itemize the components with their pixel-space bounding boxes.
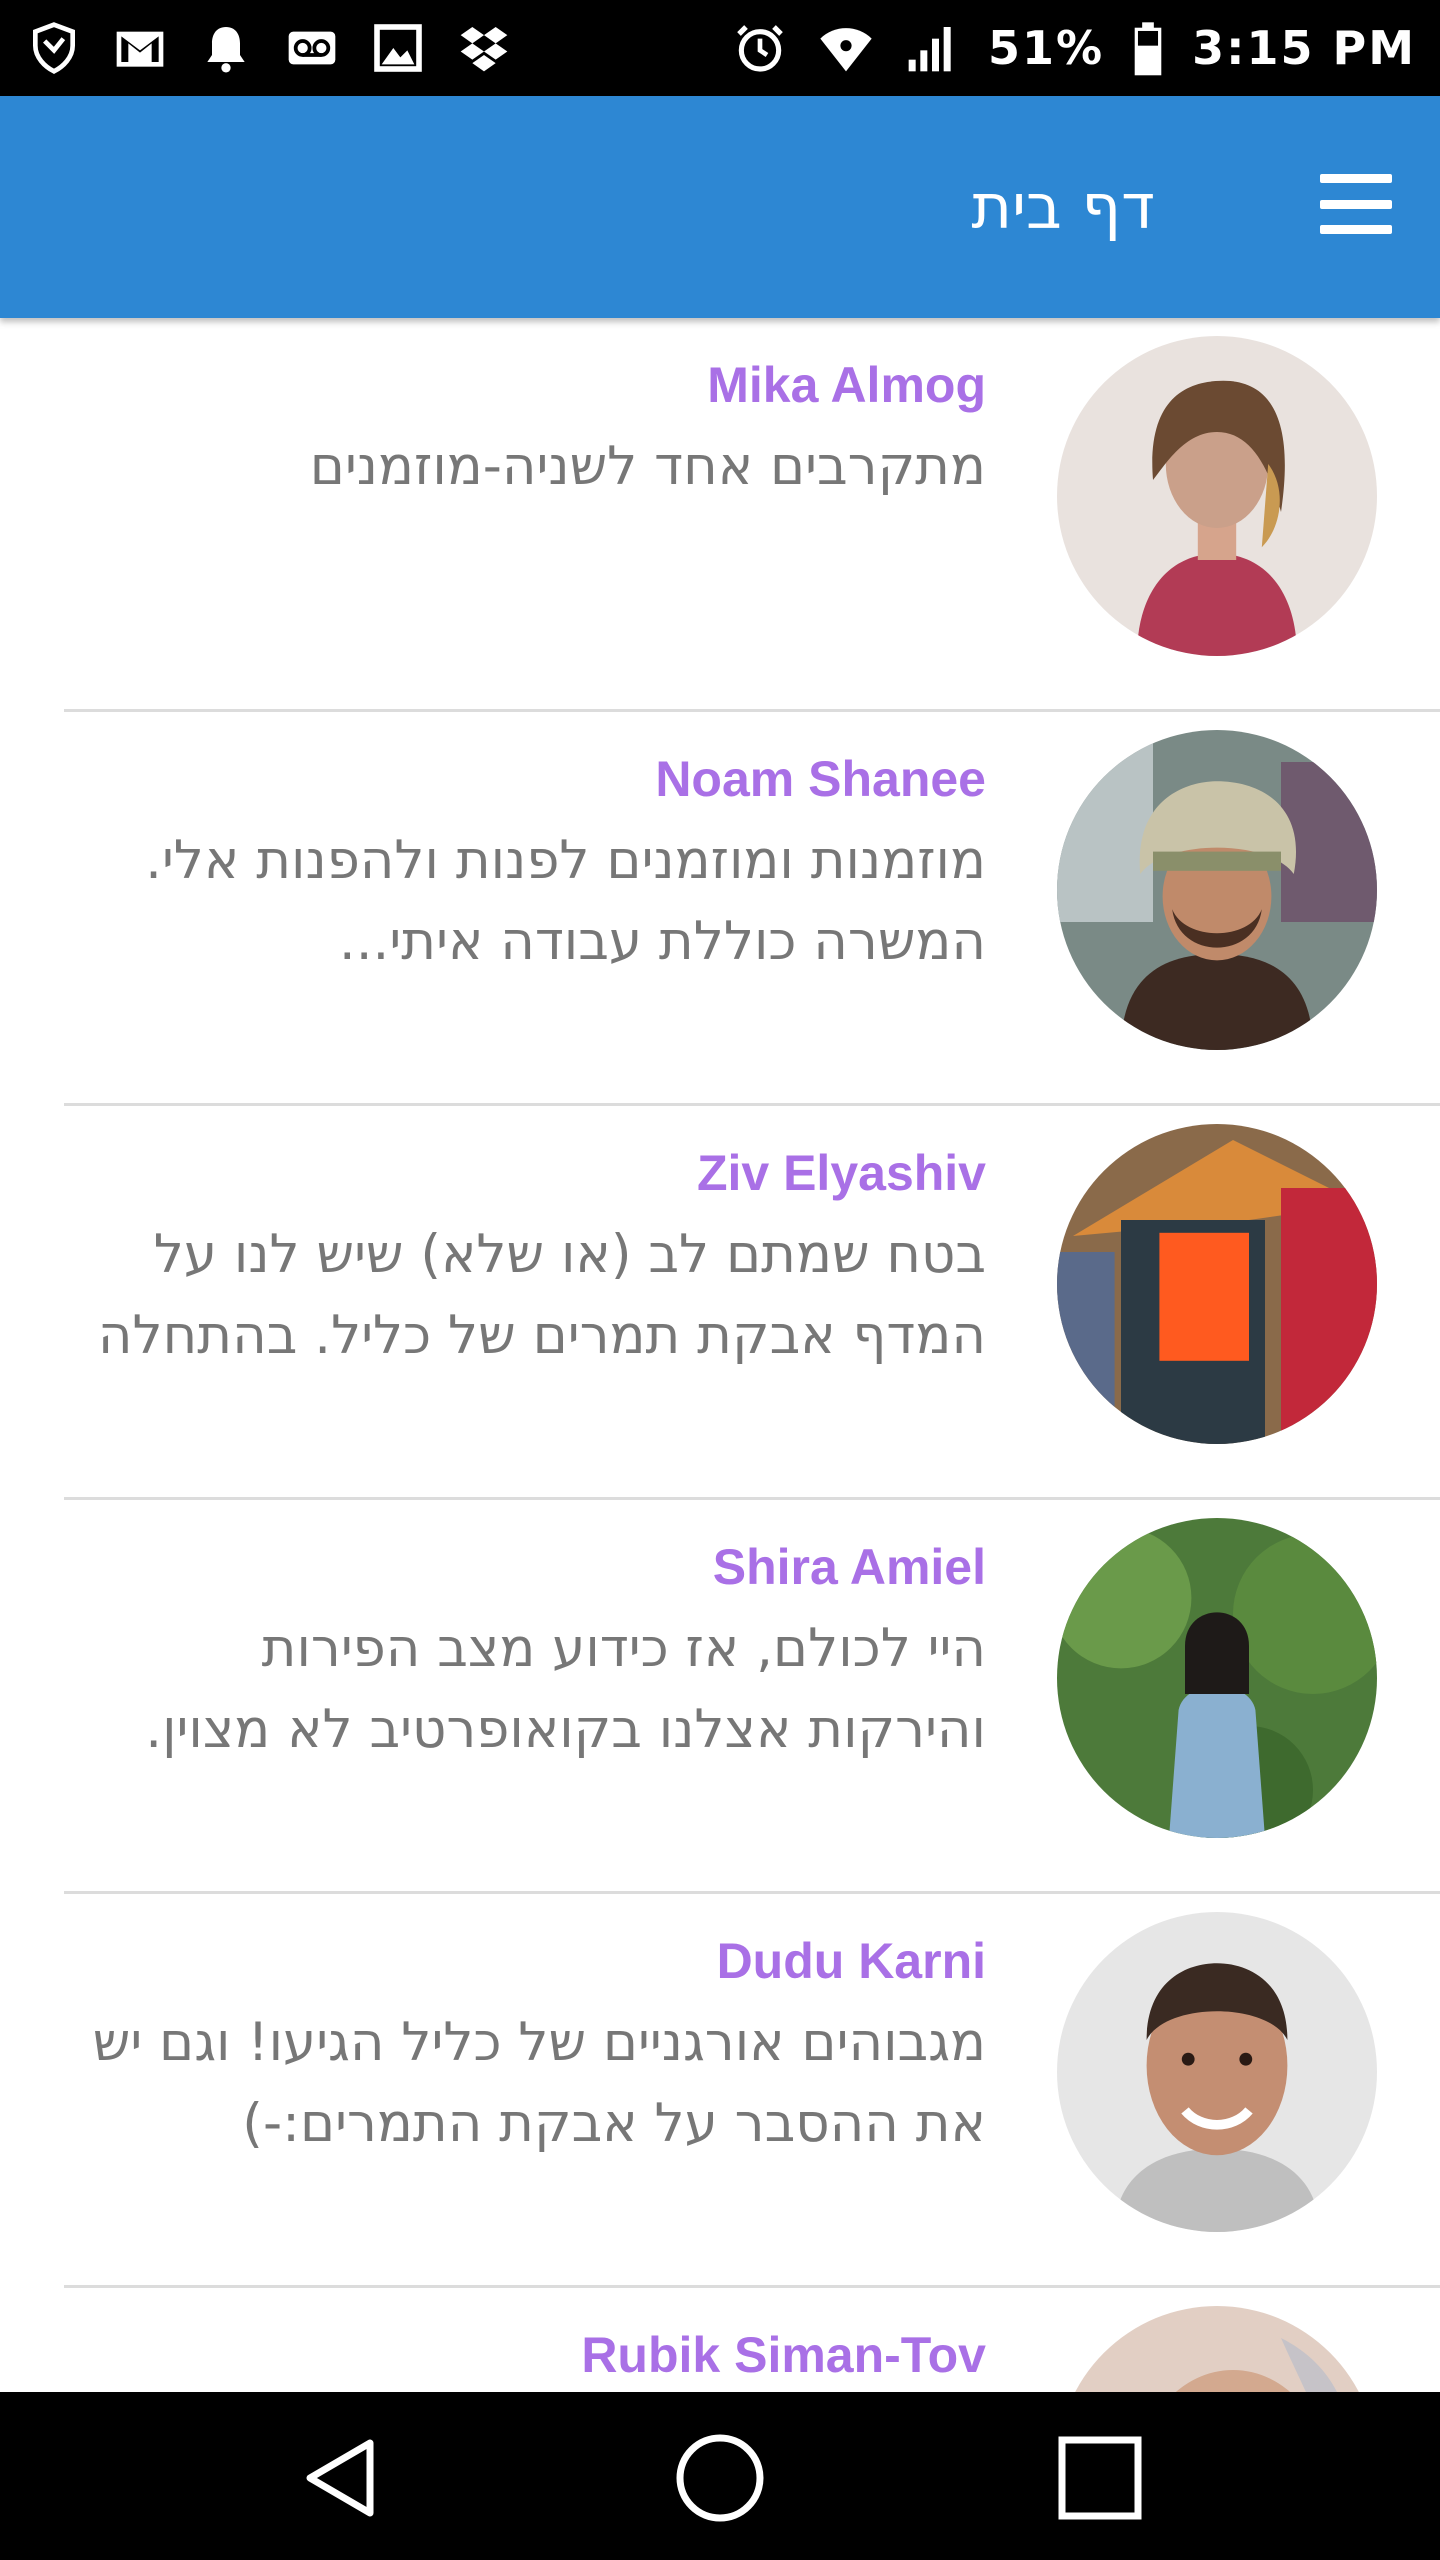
post-text: מגבוהים אורגניים של כליל הגיעו! וגם יש א… [92, 2012, 986, 2154]
post-item[interactable]: Noam Shanee מוזמנות ומוזמנים לפנות ולהפנ… [64, 712, 1440, 1106]
hamburger-menu-icon[interactable] [1320, 174, 1392, 234]
post-author: Shira Amiel [712, 1539, 986, 1595]
avatar-rubik-siman-tov[interactable] [1057, 2306, 1377, 2392]
battery-icon [1130, 18, 1166, 78]
status-bar-left [24, 18, 514, 78]
avatar-dudu-karni[interactable] [1057, 1912, 1377, 2232]
avatar-shira-amiel[interactable] [1057, 1518, 1377, 1838]
post-feed[interactable]: Mika Almog מתקרבים אחד לשניה-מוזמנים Noa… [0, 318, 1440, 2392]
gmail-icon [110, 18, 170, 78]
navigation-bar [0, 2392, 1440, 2560]
wifi-icon [816, 18, 876, 78]
avatar-ziv-elyashiv[interactable] [1057, 1124, 1377, 1444]
battery-percent: 51% [987, 21, 1105, 75]
recents-icon[interactable] [1050, 2428, 1150, 2528]
post-item[interactable]: Shira Amiel היי לכולם, אז כידוע מצב הפיר… [64, 1500, 1440, 1894]
app-bar: דף בית [0, 96, 1440, 318]
status-bar-right: 51% 3:15 PM [730, 18, 1416, 78]
voicemail-icon [282, 18, 342, 78]
post-text: בטח שמתם לב (או שלא) שיש לנו על המדף אבק… [97, 1224, 986, 1366]
post-author: Dudu Karni [716, 1933, 986, 1989]
post-item[interactable]: Rubik Siman-Tov [64, 2288, 1440, 2392]
post-text: היי לכולם, אז כידוע מצב הפירות והירקות א… [145, 1618, 986, 1760]
post-item[interactable]: Mika Almog מתקרבים אחד לשניה-מוזמנים [64, 318, 1440, 712]
post-item[interactable]: Ziv Elyashiv בטח שמתם לב (או שלא) שיש לנ… [64, 1106, 1440, 1500]
status-bar: 51% 3:15 PM [0, 0, 1440, 96]
back-icon[interactable] [290, 2428, 390, 2528]
signal-icon [902, 18, 962, 78]
shield-icon [24, 18, 84, 78]
post-text: מתקרבים אחד לשניה-מוזמנים [309, 436, 986, 497]
post-author: Rubik Siman-Tov [581, 2327, 986, 2383]
clock: 3:15 PM [1192, 21, 1416, 75]
bell-icon [196, 18, 256, 78]
post-author: Mika Almog [707, 357, 986, 413]
post-author: Noam Shanee [655, 751, 986, 807]
avatar-noam-shanee[interactable] [1057, 730, 1377, 1050]
avatar-mika-almog[interactable] [1057, 336, 1377, 656]
post-item[interactable]: Dudu Karni מגבוהים אורגניים של כליל הגיע… [64, 1894, 1440, 2288]
gallery-icon [368, 18, 428, 78]
home-icon[interactable] [670, 2428, 770, 2528]
alarm-icon [730, 18, 790, 78]
post-text: מוזמנות ומוזמנים לפנות ולהפנות אלי. המשר… [145, 830, 986, 972]
post-author: Ziv Elyashiv [696, 1145, 986, 1201]
page-title: דף בית [971, 170, 1155, 243]
dropbox-icon [454, 18, 514, 78]
